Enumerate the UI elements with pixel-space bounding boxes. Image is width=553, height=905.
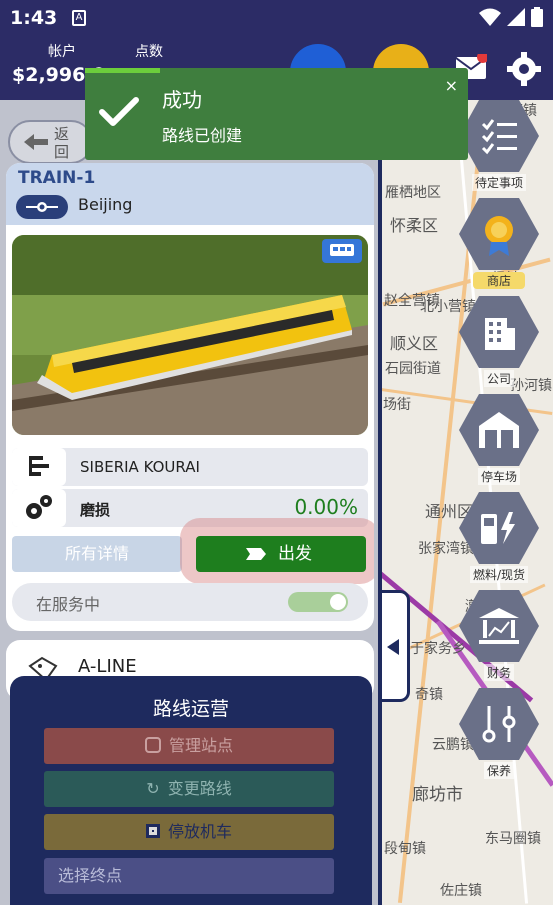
- map-label: 赵全营镇: [384, 293, 440, 309]
- sidebar-item-shop[interactable]: 商店: [458, 198, 540, 289]
- depart-label: 出发: [278, 544, 312, 564]
- park-icon: [145, 824, 160, 838]
- status-time: 1:43: [10, 7, 58, 29]
- route-operations-panel: 路线运营 管理站点 ↻ 变更路线 停放机车 选择终点: [10, 676, 372, 905]
- toast-progress-bar: [85, 68, 160, 73]
- sidebar-item-finance[interactable]: 财务: [458, 590, 540, 681]
- train-model: SIBERIA KOURAI: [80, 458, 200, 476]
- train-card: TRAIN-1 Beijing SIBERIA KOURAI 磨损 0.00% …: [6, 163, 374, 631]
- points-label: 点数: [135, 44, 163, 60]
- sidebar-label-finance: 财务: [483, 664, 514, 681]
- checkmark-icon: [99, 97, 139, 126]
- refresh-icon: ↻: [146, 779, 160, 798]
- wifi-icon: [479, 8, 501, 26]
- train-photo: [12, 235, 368, 435]
- medal-icon: [459, 198, 539, 270]
- sidebar-label-maintenance: 保养: [483, 762, 514, 779]
- back-label-1: 返: [54, 125, 70, 143]
- sidebar-label-fuel: 燃料/现货: [469, 566, 529, 583]
- select-terminal-button[interactable]: 选择终点: [44, 858, 334, 894]
- bank-icon: [459, 590, 539, 662]
- route-icon: [16, 195, 68, 219]
- tools-icon: [459, 688, 539, 760]
- map-label: 顺义区: [390, 334, 439, 353]
- train-name: TRAIN-1: [18, 168, 96, 188]
- model-list-icon: [12, 448, 66, 486]
- map-label: 雁栖地区: [385, 185, 441, 201]
- change-route-label: 变更路线: [167, 779, 232, 798]
- train-type-badge: [322, 239, 362, 263]
- panel-divider: [378, 100, 382, 905]
- park-locomotive-label: 停放机车: [167, 822, 232, 841]
- map-label: 佐庄镇: [440, 883, 482, 899]
- sidebar-item-maintenance[interactable]: 保养: [458, 688, 540, 779]
- notification-a-icon: A: [72, 10, 86, 26]
- arrow-left-icon: [24, 134, 48, 150]
- select-terminal-label: 选择终点: [58, 866, 123, 885]
- route-ops-title: 路线运营: [152, 698, 229, 720]
- settings-gear-icon[interactable]: [507, 52, 541, 86]
- toggle-icon: [144, 737, 161, 753]
- map-label: 石园街道: [385, 361, 441, 377]
- depot-icon: [459, 394, 539, 466]
- collapse-panel-button[interactable]: [382, 590, 410, 702]
- fuel-icon: [459, 492, 539, 564]
- signal-icon: [507, 8, 525, 26]
- sidebar-item-fuel[interactable]: 燃料/现货: [458, 492, 540, 583]
- chevron-left-icon: [387, 639, 399, 655]
- manage-stations-button[interactable]: 管理站点: [44, 728, 334, 764]
- wear-label: 磨损: [80, 501, 111, 519]
- train-city: Beijing: [78, 195, 133, 214]
- change-route-button[interactable]: ↻ 变更路线: [44, 771, 334, 807]
- sidebar-label-shop: 商店: [472, 272, 525, 289]
- back-button[interactable]: 返 回: [8, 120, 93, 164]
- in-service-row: 在服务中: [12, 583, 368, 621]
- building-icon: [459, 296, 539, 368]
- sidebar-item-pending[interactable]: 待定事项: [458, 100, 540, 191]
- model-row: SIBERIA KOURAI: [12, 448, 368, 486]
- park-locomotive-button[interactable]: 停放机车: [44, 814, 334, 850]
- map-label: 怀柔区: [390, 216, 439, 235]
- ticket-icon: [246, 548, 266, 560]
- map-label: 东马圈镇: [485, 831, 541, 847]
- sidebar-label-pending: 待定事项: [471, 174, 526, 191]
- manage-stations-label: 管理站点: [168, 736, 233, 755]
- status-bar: 1:43 A: [0, 0, 553, 36]
- sidebar-item-company[interactable]: 公司: [458, 296, 540, 387]
- checklist-icon: [459, 100, 539, 172]
- wear-value: 0.00%: [294, 495, 358, 519]
- battery-icon: [531, 7, 543, 27]
- in-service-label: 在服务中: [36, 595, 101, 614]
- line-name: A-LINE: [78, 656, 137, 677]
- gears-icon: [12, 489, 66, 527]
- toast-close-button[interactable]: ×: [445, 76, 458, 95]
- sidebar-label-depot: 停车场: [477, 468, 520, 485]
- map-label: 奇镇: [415, 687, 443, 703]
- in-service-toggle[interactable]: [288, 592, 348, 612]
- map-label: 场街: [383, 397, 411, 413]
- account-label: 帐户: [48, 44, 76, 60]
- map-label: 段甸镇: [384, 841, 426, 857]
- train-card-header: TRAIN-1 Beijing: [6, 163, 374, 225]
- all-details-button[interactable]: 所有详情: [12, 536, 182, 572]
- map-label: 廊坊市: [412, 785, 463, 805]
- sidebar-label-company: 公司: [483, 370, 514, 387]
- toast-message: 路线已创建: [162, 126, 243, 145]
- depart-button[interactable]: 出发: [196, 536, 366, 572]
- success-toast: 成功 路线已创建 ×: [85, 68, 468, 160]
- sidebar-item-depot[interactable]: 停车场: [458, 394, 540, 485]
- back-label-2: 回: [54, 143, 70, 161]
- toast-title: 成功: [162, 88, 202, 112]
